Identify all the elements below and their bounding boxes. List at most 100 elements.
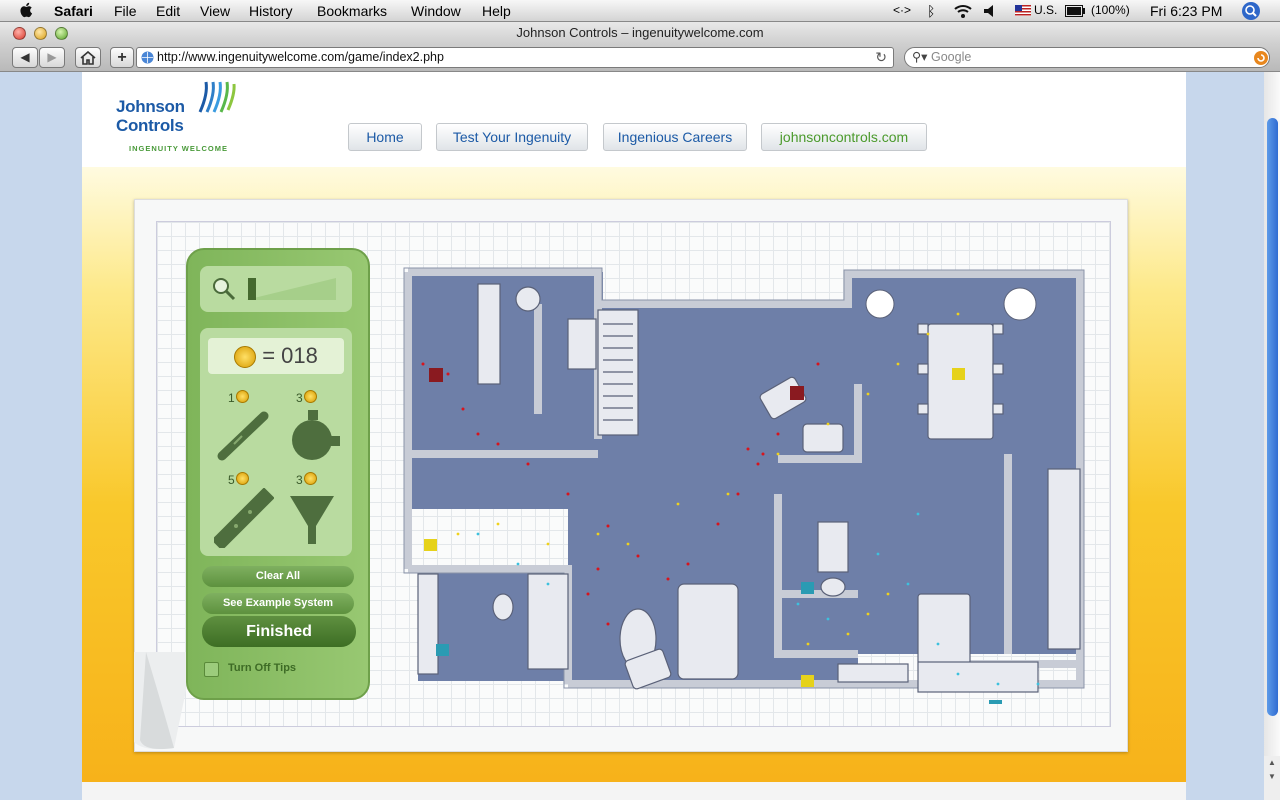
johnson-controls-logo-icon[interactable] xyxy=(194,80,238,120)
water-fixture-icon[interactable] xyxy=(989,700,1002,704)
bathroom-counter xyxy=(417,573,439,675)
page-curl-decoration xyxy=(134,652,194,750)
snapback-icon[interactable] xyxy=(1254,51,1268,65)
fan-fixture-icon[interactable] xyxy=(429,368,443,382)
nav-home[interactable]: Home xyxy=(348,123,422,151)
nav-johnsoncontrols-com[interactable]: johnsoncontrols.com xyxy=(761,123,927,151)
coin-icon xyxy=(304,390,317,403)
menu-history[interactable]: History xyxy=(249,3,293,19)
funnel-cost: 3 xyxy=(296,473,303,487)
coin-counter: = 018 xyxy=(208,338,344,374)
magnifier-icon[interactable] xyxy=(212,277,236,301)
desk xyxy=(567,318,597,370)
pump-part-icon[interactable] xyxy=(284,408,344,468)
menu-bar: Safari File Edit View History Bookmarks … xyxy=(0,0,1280,22)
pipe-part-icon[interactable] xyxy=(214,406,274,466)
finished-button[interactable]: Finished xyxy=(202,616,356,647)
coin-icon xyxy=(236,472,249,485)
vertical-scroll-thumb[interactable] xyxy=(1267,118,1278,716)
menu-help[interactable]: Help xyxy=(482,3,511,19)
power-fixture-icon[interactable] xyxy=(424,539,437,551)
menu-file[interactable]: File xyxy=(114,3,137,19)
home-icon xyxy=(80,50,96,65)
logo-tagline: INGENUITY WELCOME xyxy=(129,144,228,153)
bluetooth-icon[interactable]: ᛒ xyxy=(927,3,935,19)
zoom-slider[interactable] xyxy=(246,278,338,300)
bathroom-vanity xyxy=(817,521,849,573)
pipe-cost: 1 xyxy=(228,391,235,405)
water-fixture-icon[interactable] xyxy=(436,644,449,656)
dining-table xyxy=(927,323,994,440)
house-floor-plan[interactable] xyxy=(398,264,1088,704)
toilet xyxy=(820,577,846,597)
battery-icon[interactable] xyxy=(1065,5,1085,17)
menu-bookmarks[interactable]: Bookmarks xyxy=(317,3,387,19)
plus-icon: + xyxy=(117,49,127,66)
logo-wordmark[interactable]: Johnson Controls xyxy=(116,97,185,135)
apple-icon[interactable] xyxy=(18,1,36,19)
menu-view[interactable]: View xyxy=(200,3,230,19)
funnel-part-icon[interactable] xyxy=(284,490,344,550)
plant-decoration xyxy=(865,289,895,319)
dining-chair xyxy=(917,363,929,375)
kitchen-island xyxy=(917,593,971,665)
fan-fixture-icon[interactable] xyxy=(790,386,804,400)
coin-icon xyxy=(304,472,317,485)
nav-test-your-ingenuity[interactable]: Test Your Ingenuity xyxy=(436,123,588,151)
search-field[interactable]: ⚲▾ Google xyxy=(904,47,1270,68)
kitchen-cabinet xyxy=(917,661,1039,693)
site-footer xyxy=(82,782,1186,800)
plant-decoration xyxy=(1003,287,1037,321)
laundry-shelf xyxy=(477,283,501,385)
dining-chair xyxy=(917,323,929,335)
turn-off-tips-label: Turn Off Tips xyxy=(228,662,297,674)
reload-icon[interactable]: ↻ xyxy=(875,48,887,67)
pump-cost: 3 xyxy=(296,391,303,405)
turn-off-tips-checkbox[interactable] xyxy=(204,662,219,677)
back-arrow-icon: ◀ xyxy=(20,50,30,64)
close-window-button[interactable] xyxy=(13,27,26,40)
chair-round xyxy=(515,286,541,312)
add-bookmark-button[interactable]: + xyxy=(110,47,134,68)
coin-icon xyxy=(236,390,249,403)
zoom-window-button[interactable] xyxy=(55,27,68,40)
input-locale[interactable]: U.S. xyxy=(1034,3,1057,17)
dining-chair xyxy=(992,323,1004,335)
toilet xyxy=(492,593,514,621)
window-title: Johnson Controls – ingenuitywelcome.com xyxy=(516,25,764,40)
menubar-clock[interactable]: Fri 6:23 PM xyxy=(1150,3,1222,19)
menu-edit[interactable]: Edit xyxy=(156,3,180,19)
us-flag-icon xyxy=(1015,5,1031,16)
dining-chair xyxy=(992,363,1004,375)
forward-arrow-icon: ▶ xyxy=(47,50,57,64)
web-page: Johnson Controls INGENUITY WELCOME Home … xyxy=(0,72,1264,800)
clear-all-button[interactable]: Clear All xyxy=(202,566,354,587)
spotlight-icon[interactable] xyxy=(1242,2,1260,20)
wifi-icon[interactable] xyxy=(953,3,973,19)
address-url: http://www.ingenuitywelcome.com/game/ind… xyxy=(157,50,444,64)
coin-icon xyxy=(234,346,257,369)
menu-window[interactable]: Window xyxy=(411,3,461,19)
dining-chair xyxy=(917,403,929,415)
power-fixture-icon[interactable] xyxy=(952,368,965,380)
minimize-window-button[interactable] xyxy=(34,27,47,40)
app-menu[interactable]: Safari xyxy=(54,3,93,19)
window-seat xyxy=(837,663,909,683)
scroll-arrows[interactable]: ▲ ▼ xyxy=(1264,756,1280,800)
volume-icon[interactable] xyxy=(983,4,997,18)
nav-ingenious-careers[interactable]: Ingenious Careers xyxy=(603,123,747,151)
see-example-system-button[interactable]: See Example System xyxy=(202,593,354,614)
back-button[interactable]: ◀ xyxy=(12,47,38,68)
logo-line-1: Johnson xyxy=(116,97,185,116)
wide-pipe-cost: 5 xyxy=(228,473,235,487)
power-fixture-icon[interactable] xyxy=(801,675,814,687)
dining-chair xyxy=(992,403,1004,415)
water-fixture-icon[interactable] xyxy=(801,582,814,594)
globe-icon xyxy=(141,51,154,64)
wide-pipe-part-icon[interactable] xyxy=(214,488,274,548)
address-bar[interactable]: http://www.ingenuitywelcome.com/game/ind… xyxy=(136,47,894,68)
script-menu-icon[interactable]: <·> xyxy=(893,3,911,17)
logo-line-2: Controls xyxy=(116,116,184,135)
home-button[interactable] xyxy=(75,47,101,68)
forward-button[interactable]: ▶ xyxy=(39,47,65,68)
